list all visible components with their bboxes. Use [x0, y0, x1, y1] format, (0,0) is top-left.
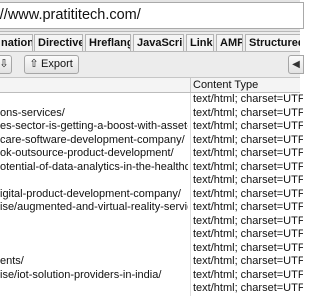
address-cell: ons-services/ — [0, 106, 65, 119]
table-row[interactable]: ons-services/text/html; charset=UTF-8 — [0, 106, 303, 120]
filter-button[interactable]: ⇩ — [0, 55, 12, 74]
content-type-cell: text/html; charset=UTF-8 — [193, 228, 303, 240]
content-type-cell: text/html; charset=UTF-8 — [193, 106, 303, 119]
upload-icon: ⇧ — [29, 58, 39, 70]
table-row[interactable]: ise/iot-solution-providers-in-india/text… — [0, 268, 303, 282]
export-label: Export — [41, 58, 73, 70]
address-cell: care-software-development-company/ — [0, 133, 185, 146]
address-cell: ise/augmented-and-virtual-reality-servic… — [0, 201, 188, 213]
column-content-type-header[interactable]: Content Type — [193, 78, 258, 92]
table-row[interactable]: text/html; charset=UTF-8 — [0, 93, 303, 107]
tab-strip: nation Directives Hreflang JavaScript Li… — [0, 32, 300, 52]
tab-hreflang[interactable]: Hreflang — [85, 34, 131, 51]
table-row[interactable]: text/html; charset=UTF-8 — [0, 174, 303, 188]
tab-links[interactable]: Links — [186, 34, 214, 51]
table-row[interactable]: text/html; charset=UTF-8 — [0, 282, 303, 296]
table-header: Content Type — [0, 78, 300, 93]
column-address-header[interactable] — [0, 78, 191, 92]
table-row[interactable]: ok-outsource-product-development/text/ht… — [0, 147, 303, 161]
address-cell: ok-outsource-product-development/ — [0, 147, 174, 159]
table-row[interactable]: text/html; charset=UTF-8 — [0, 214, 303, 228]
content-type-cell: text/html; charset=UTF-8 — [193, 187, 303, 200]
table-row[interactable]: text/html; charset=UTF-8 — [0, 241, 303, 255]
tab-pagination[interactable]: nation — [0, 34, 33, 51]
download-icon: ⇩ — [0, 58, 9, 70]
table-row[interactable]: care-software-development-company/text/h… — [0, 133, 303, 147]
table-row[interactable]: ents/text/html; charset=UTF-8 — [0, 255, 303, 269]
address-cell: igital-product-development-company/ — [0, 187, 181, 200]
content-type-cell: text/html; charset=UTF-8 — [193, 160, 303, 173]
results-table: text/html; charset=UTF-8 ons-services/te… — [0, 93, 303, 296]
table-row[interactable]: ise/augmented-and-virtual-reality-servic… — [0, 201, 303, 215]
content-type-cell: text/html; charset=UTF-8 — [193, 133, 303, 146]
content-type-cell: text/html; charset=UTF-8 — [193, 174, 303, 186]
content-type-cell: text/html; charset=UTF-8 — [193, 120, 303, 132]
content-type-cell: text/html; charset=UTF-8 — [193, 214, 303, 227]
content-type-cell: text/html; charset=UTF-8 — [193, 282, 303, 294]
url-bar: '//www.pratititech.com/ — [0, 0, 304, 32]
export-button[interactable]: ⇧ Export — [24, 55, 79, 74]
content-type-cell: text/html; charset=UTF-8 — [193, 201, 303, 213]
tab-directives[interactable]: Directives — [34, 34, 83, 51]
address-cell: ise/iot-solution-providers-in-india/ — [0, 268, 162, 281]
prev-page-button[interactable]: ◀ — [288, 55, 304, 74]
toolbar: ⇩ ⇧ Export ◀ — [0, 52, 304, 78]
content-type-cell: text/html; charset=UTF-8 — [193, 93, 303, 105]
address-cell: ents/ — [0, 255, 24, 267]
content-type-cell: text/html; charset=UTF-8 — [193, 241, 303, 254]
tab-structured-data[interactable]: Structured D — [245, 34, 300, 51]
address-cell: es-sector-is-getting-a-boost-with-asset-… — [0, 120, 188, 132]
address-cell: otential-of-data-analytics-in-the-health… — [0, 160, 188, 173]
content-type-cell: text/html; charset=UTF-8 — [193, 268, 303, 281]
content-type-cell: text/html; charset=UTF-8 — [193, 147, 303, 159]
url-input[interactable]: '//www.pratititech.com/ — [0, 2, 304, 29]
tab-javascript[interactable]: JavaScript — [133, 34, 184, 51]
table-row[interactable]: es-sector-is-getting-a-boost-with-asset-… — [0, 120, 303, 134]
content-type-cell: text/html; charset=UTF-8 — [193, 255, 303, 267]
table-row[interactable]: otential-of-data-analytics-in-the-health… — [0, 160, 303, 174]
table-row[interactable]: igital-product-development-company/text/… — [0, 187, 303, 201]
table-row[interactable]: text/html; charset=UTF-8 — [0, 228, 303, 242]
tab-amp[interactable]: AMP — [216, 34, 243, 51]
